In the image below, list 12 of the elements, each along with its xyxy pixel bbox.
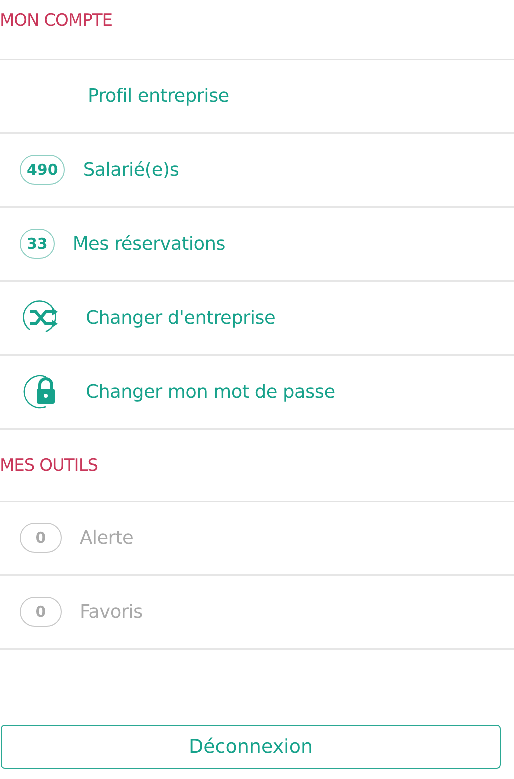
menu-item[interactable]: Salarié(e)s xyxy=(83,160,180,180)
menu-item[interactable]: Changer mon mot de passe xyxy=(86,382,336,402)
section-heading: MES OUTILS xyxy=(0,456,98,476)
section-heading: MON COMPTE xyxy=(0,10,112,30)
count-badge: 0 xyxy=(20,597,62,627)
count-badge: 33 xyxy=(20,229,55,259)
menu-item[interactable]: Changer d'entreprise xyxy=(86,308,276,328)
count-badge: 0 xyxy=(20,523,62,553)
menu-item[interactable]: Mes réservations xyxy=(72,234,226,254)
logout-button[interactable]: Déconnexion xyxy=(1,725,501,769)
menu-item[interactable]: Profil entreprise xyxy=(88,86,230,106)
count-badge: 490 xyxy=(20,155,66,185)
